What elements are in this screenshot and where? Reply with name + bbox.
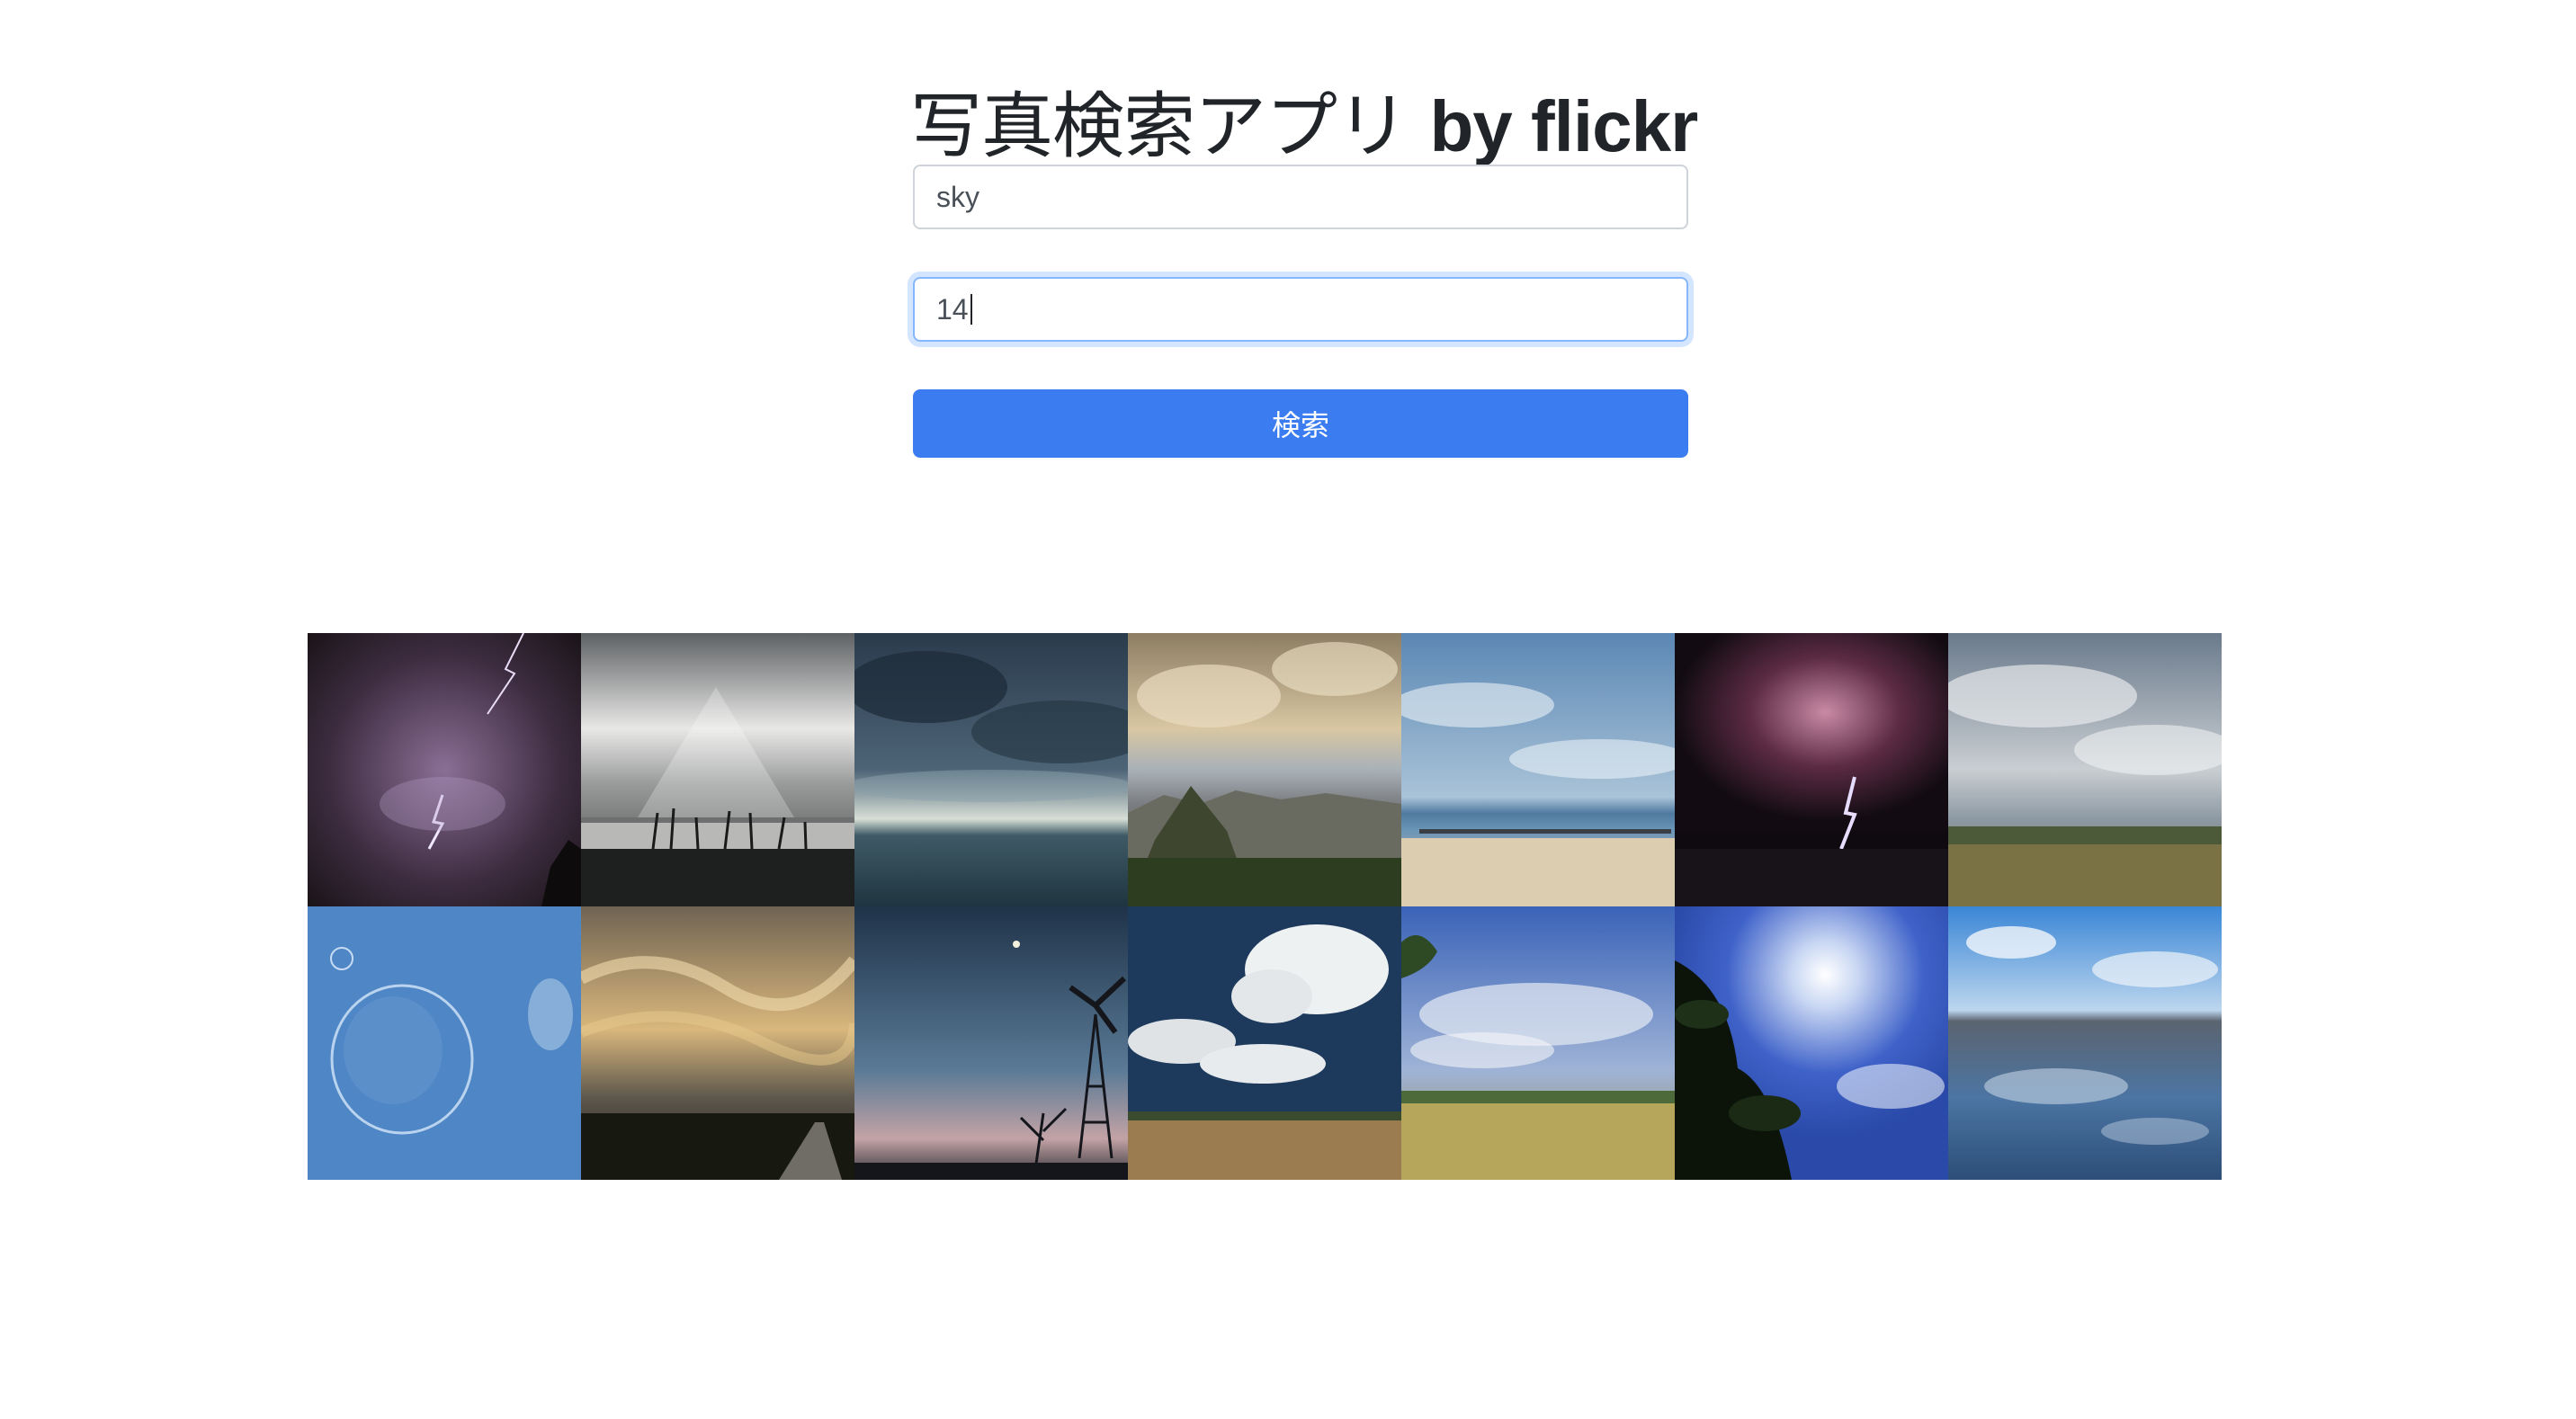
photo-image [581,906,854,1180]
keyword-input[interactable]: sky [913,165,1688,229]
search-button-label: 検索 [1271,408,1329,442]
search-button[interactable]: 検索 [913,389,1688,458]
photo-image [308,906,581,1180]
photo-image [581,633,854,906]
photo-thumbnail[interactable] [581,633,854,906]
title-japanese: 写真検索アプリ [910,84,1409,168]
photo-thumbnail[interactable] [1675,906,1948,1180]
keyword-input-value: sky [936,180,979,213]
photo-image [1948,633,2222,906]
photo-thumbnail[interactable] [308,906,581,1180]
text-caret [970,294,972,325]
photo-thumbnail[interactable] [1401,906,1675,1180]
photo-image [1948,906,2222,1180]
photo-image [1128,633,1401,906]
count-input-value: 14 [936,292,969,326]
photo-thumbnail[interactable] [1401,633,1675,906]
photo-thumbnail[interactable] [1948,633,2222,906]
photo-thumbnail[interactable] [581,906,854,1180]
photo-image [1401,633,1675,906]
photo-grid [308,633,2222,1180]
photo-thumbnail[interactable] [854,906,1128,1180]
photo-thumbnail[interactable] [1948,906,2222,1180]
photo-thumbnail[interactable] [1128,906,1401,1180]
photo-image [854,906,1128,1180]
photo-image [308,633,581,906]
title-latin: by flickr [1429,85,1698,166]
photo-image [854,633,1128,906]
photo-thumbnail[interactable] [1128,633,1401,906]
photo-image [1128,906,1401,1180]
photo-thumbnail[interactable] [1675,633,1948,906]
photo-thumbnail[interactable] [308,633,581,906]
count-input[interactable]: 14 [913,277,1688,342]
photo-image [1401,906,1675,1180]
photo-image [1675,906,1948,1180]
photo-image [1675,633,1948,906]
page-title: 写真検索アプリ by flickr [910,77,1698,176]
page: 写真検索アプリ by flickr sky 14 検索 [0,0,2576,1419]
photo-thumbnail[interactable] [854,633,1128,906]
